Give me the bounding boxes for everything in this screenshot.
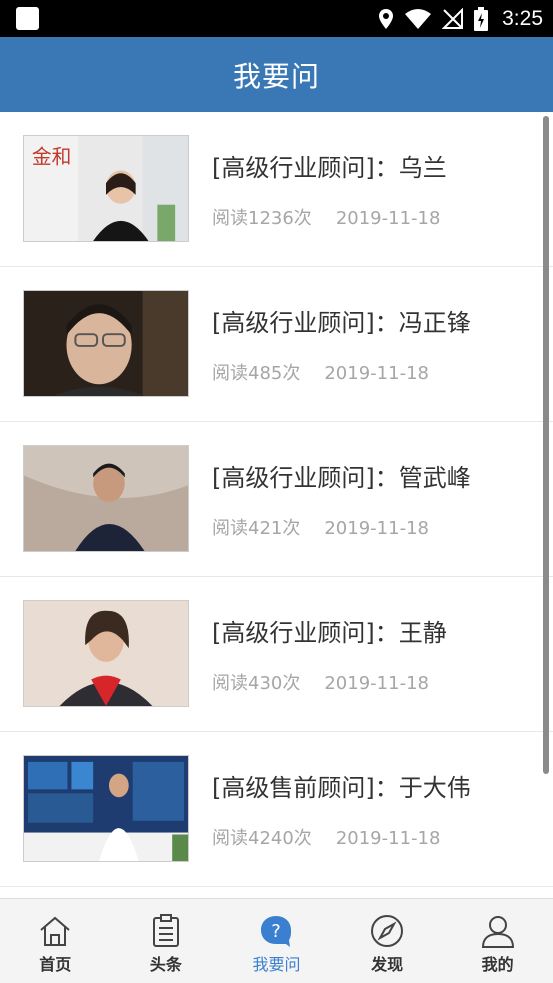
- list-item[interactable]: [高级售前顾问]：于大伟 阅读4240次 2019-11-18: [0, 732, 553, 887]
- location-icon: [378, 8, 394, 30]
- question-icon: ?: [258, 913, 294, 949]
- battery-charging-icon: [474, 6, 489, 31]
- list-item[interactable]: 金和 [高级行业顾问]：乌兰 阅读1236次 2019-11-18: [0, 112, 553, 267]
- advisor-photo: [23, 755, 189, 862]
- tab-headlines[interactable]: 头条: [111, 899, 222, 983]
- tab-label: 头条: [149, 955, 182, 974]
- compass-icon: [369, 913, 405, 949]
- user-icon: [480, 913, 516, 949]
- item-date: 2019-11-18: [324, 673, 429, 694]
- advisor-photo: 金和: [23, 135, 189, 242]
- notification-icon: [16, 7, 39, 30]
- advisor-photo: [23, 445, 189, 552]
- item-date: 2019-11-18: [335, 828, 441, 849]
- tab-label: 首页: [39, 955, 72, 974]
- item-meta: 阅读421次 2019-11-18: [212, 514, 429, 540]
- list-item[interactable]: [高级行业顾问]：管武峰 阅读421次 2019-11-18: [0, 422, 553, 577]
- read-count: 阅读430次: [212, 673, 301, 694]
- tab-ask[interactable]: ? 我要问: [221, 899, 332, 983]
- item-title: [高级售前顾问]：于大伟: [212, 774, 471, 802]
- item-title: [高级行业顾问]：王静: [212, 619, 447, 647]
- tab-home[interactable]: 首页: [0, 899, 111, 983]
- bottom-tab-bar: 首页 头条 ? 我要问 发现 我的: [0, 898, 553, 983]
- item-meta: 阅读1236次 2019-11-18: [212, 204, 440, 230]
- read-count: 阅读1236次: [212, 208, 312, 229]
- advisor-list: 金和 [高级行业顾问]：乌兰 阅读1236次 2019-11-18 [高级行业顾…: [0, 112, 553, 898]
- read-count: 阅读4240次: [212, 828, 312, 849]
- home-icon: [37, 913, 73, 949]
- clipboard-icon: [148, 913, 184, 949]
- advisor-photo: [23, 290, 189, 397]
- list-item[interactable]: [高级行业顾问]：王静 阅读430次 2019-11-18: [0, 577, 553, 732]
- scrollbar[interactable]: [543, 116, 549, 774]
- item-date: 2019-11-18: [324, 363, 429, 384]
- svg-text:金和: 金和: [32, 147, 72, 169]
- tab-discover[interactable]: 发现: [332, 899, 443, 983]
- tab-mine[interactable]: 我的: [442, 899, 553, 983]
- tab-label: 我要问: [252, 955, 301, 974]
- wifi-icon: [404, 8, 432, 30]
- item-date: 2019-11-18: [335, 208, 441, 229]
- tab-label: 我的: [481, 955, 514, 974]
- item-title: [高级行业顾问]：管武峰: [212, 464, 471, 492]
- app-header: 我要问: [0, 37, 553, 112]
- clock-text: 3:25: [502, 6, 543, 30]
- page-title: 我要问: [232, 59, 320, 93]
- item-meta: 阅读430次 2019-11-18: [212, 669, 429, 695]
- status-bar: 3:25: [0, 0, 553, 37]
- tab-label: 发现: [371, 955, 404, 974]
- item-date: 2019-11-18: [324, 518, 429, 539]
- svg-text:?: ?: [272, 921, 282, 942]
- advisor-photo: [23, 600, 189, 707]
- read-count: 阅读485次: [212, 363, 301, 384]
- item-meta: 阅读485次 2019-11-18: [212, 359, 429, 385]
- no-signal-icon: [442, 7, 464, 30]
- list-item[interactable]: [高级行业顾问]：冯正锋 阅读485次 2019-11-18: [0, 267, 553, 422]
- status-icons: 3:25: [378, 0, 543, 37]
- item-title: [高级行业顾问]：冯正锋: [212, 309, 471, 337]
- item-meta: 阅读4240次 2019-11-18: [212, 824, 440, 850]
- item-title: [高级行业顾问]：乌兰: [212, 154, 447, 182]
- read-count: 阅读421次: [212, 518, 301, 539]
